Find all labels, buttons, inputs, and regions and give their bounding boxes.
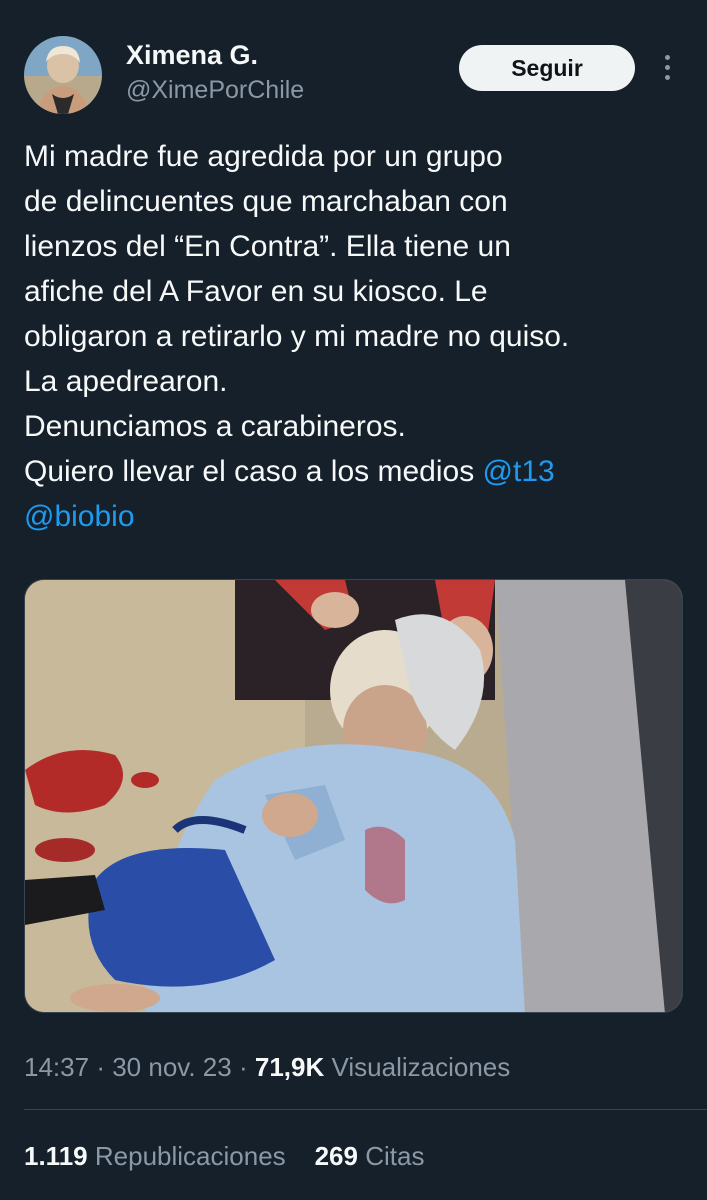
more-dot — [665, 55, 670, 60]
divider — [24, 1109, 707, 1110]
more-dot — [665, 75, 670, 80]
reposts-label: Republicaciones — [94, 1141, 286, 1171]
photo-image — [25, 580, 682, 1012]
author-handle[interactable]: @XimePorChile — [126, 76, 304, 105]
author-display-name[interactable]: Ximena G. — [126, 40, 258, 71]
mention-t13-link[interactable]: @t13 — [483, 455, 555, 488]
quotes-count: 269 — [314, 1141, 358, 1171]
more-dot — [665, 65, 670, 70]
tweet-text: Mi madre fue agredida por un grupo de de… — [24, 134, 694, 539]
reposts-count: 1.119 — [24, 1141, 88, 1171]
quotes-stat[interactable]: 269 Citas — [315, 1141, 425, 1171]
follow-button[interactable]: Seguir — [459, 45, 635, 91]
mention-biobio-link[interactable]: @biobio — [24, 500, 135, 533]
tweet-text-line: Mi madre fue agredida por un grupo — [24, 140, 503, 173]
meta-separator: · — [238, 1052, 248, 1082]
tweet-text-line: La apedrearon. — [24, 365, 228, 398]
more-options-icon[interactable] — [650, 50, 684, 86]
tweet-header: Ximena G. @XimePorChile Seguir — [0, 0, 707, 120]
tweet-text-segment: Quiero llevar el caso a los medios — [24, 455, 483, 488]
tweet-photo[interactable] — [24, 579, 683, 1013]
tweet-date[interactable]: 30 nov. 23 — [112, 1052, 232, 1082]
tweet-text-line: obligaron a retirarlo y mi madre no quis… — [24, 320, 570, 353]
avatar[interactable] — [24, 36, 102, 114]
avatar-image — [24, 36, 102, 114]
tweet-text-line-with-mention: Quiero llevar el caso a los medios @t13 — [24, 449, 694, 494]
tweet-meta: 14:37 · 30 nov. 23 · 71,9K Visualizacion… — [24, 1052, 510, 1083]
quotes-label: Citas — [365, 1141, 425, 1171]
reposts-stat[interactable]: 1.119 Republicaciones — [24, 1141, 286, 1171]
tweet-time[interactable]: 14:37 — [24, 1052, 89, 1082]
tweet-text-line: afiche del A Favor en su kiosco. Le — [24, 275, 488, 308]
meta-separator: · — [96, 1052, 105, 1082]
views-label: Visualizaciones — [331, 1052, 511, 1082]
tweet-text-line-mention: @biobio — [24, 494, 694, 539]
views-count: 71,9K — [254, 1052, 325, 1082]
tweet-text-line: lienzos del “En Contra”. Ella tiene un — [24, 230, 511, 263]
tweet-text-line: Denunciamos a carabineros. — [24, 410, 406, 443]
tweet-text-line: de delincuentes que marchaban con — [24, 185, 508, 218]
tweet-stats: 1.119 Republicaciones 269 Citas — [24, 1141, 424, 1172]
